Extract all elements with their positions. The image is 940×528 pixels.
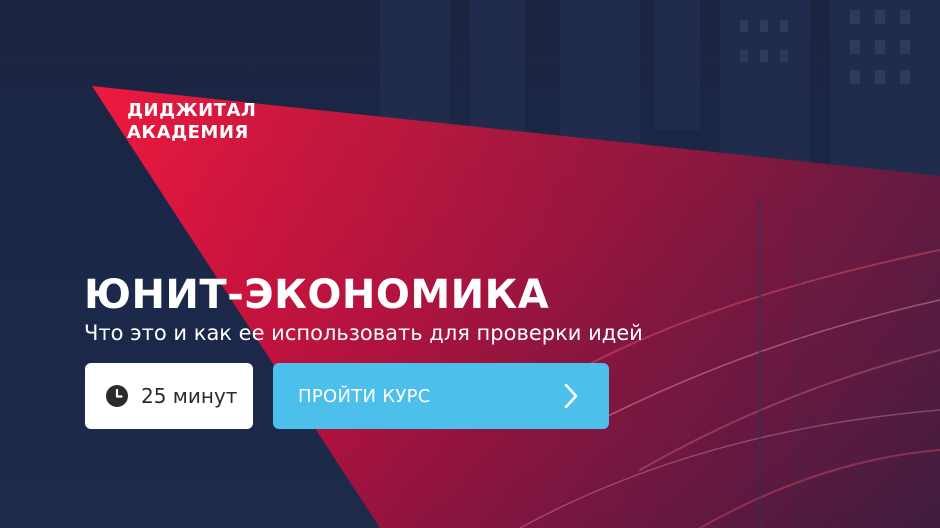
duration-text: 25 минут — [141, 384, 238, 408]
chevron-right-icon — [564, 383, 578, 409]
duration-badge: 25 минут — [85, 363, 253, 429]
course-subtitle: Что это и как ее использовать для провер… — [84, 321, 643, 345]
brand-logo-line1: ДИДЖИТАЛ — [127, 100, 257, 121]
course-banner: ДИДЖИТАЛ АКАДЕМИЯ ЮНИТ-ЭКОНОМИКА Что это… — [0, 0, 940, 528]
clock-icon — [106, 385, 128, 407]
start-course-label: ПРОЙТИ КУРС — [298, 385, 431, 407]
brand-logo-line2: АКАДЕМИЯ — [127, 122, 249, 143]
brand-logo: ДИДЖИТАЛ АКАДЕМИЯ — [127, 100, 256, 144]
start-course-button[interactable]: ПРОЙТИ КУРС — [273, 363, 609, 429]
course-title: ЮНИТ-ЭКОНОМИКА — [84, 272, 550, 318]
background-art — [92, 0, 940, 528]
